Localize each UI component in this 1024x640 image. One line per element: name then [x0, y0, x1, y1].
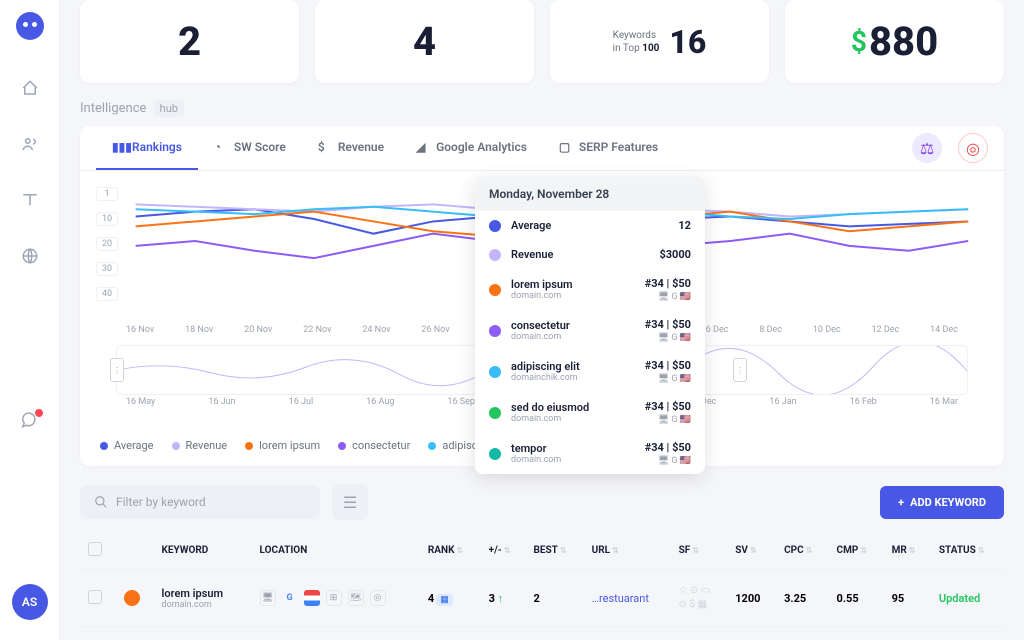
- balance-icon[interactable]: ⚖: [912, 133, 942, 163]
- y-axis: 110203040: [96, 187, 118, 301]
- globe-icon[interactable]: [20, 246, 40, 266]
- stat-value: 16: [669, 23, 706, 61]
- dollar-icon: $: [851, 25, 867, 58]
- tab-serp-features[interactable]: ▢SERP Features: [543, 126, 674, 170]
- filter-input[interactable]: Filter by keyword: [80, 485, 320, 519]
- gauge-icon: ◔: [214, 140, 228, 154]
- tabs: ▮▮▮Rankings ◔SW Score $Revenue ◢Google A…: [80, 126, 1004, 171]
- row-checkbox[interactable]: [88, 590, 102, 604]
- home-icon[interactable]: [20, 78, 40, 98]
- stat-label: Keywordsin Top 100: [613, 29, 660, 55]
- tab-sw-score[interactable]: ◔SW Score: [198, 126, 302, 170]
- sidebar: AS: [0, 0, 60, 640]
- stat-card-1: 2: [80, 0, 299, 83]
- notification-dot: [35, 409, 43, 417]
- stat-card-4: $880: [785, 0, 1004, 83]
- tab-google-analytics[interactable]: ◢Google Analytics: [400, 126, 543, 170]
- chart-area: 110203040 16 Nov18 Nov20 Nov22 Nov24 Nov…: [80, 171, 1004, 425]
- stat-value: 2: [178, 18, 201, 65]
- plus-icon: +: [898, 496, 904, 509]
- app-logo: [16, 12, 44, 40]
- add-keyword-button[interactable]: +ADD KEYWORD: [880, 486, 1004, 519]
- intelligence-panel: ▮▮▮Rankings ◔SW Score $Revenue ◢Google A…: [80, 126, 1004, 466]
- stat-card-2: 4: [315, 0, 534, 83]
- chart-tooltip: Monday, November 28 Average12Revenue$300…: [475, 177, 705, 474]
- tab-rankings[interactable]: ▮▮▮Rankings: [96, 126, 198, 170]
- bars-icon: ▮▮▮: [112, 140, 126, 154]
- bookmark-icon: ▢: [559, 140, 573, 154]
- stat-value: 4: [413, 18, 436, 65]
- search-icon: [94, 495, 108, 509]
- chat-icon[interactable]: [19, 411, 41, 433]
- main-content: 2 4 Keywordsin Top 100 16 $880 Intellige…: [60, 0, 1024, 640]
- dollar-icon: $: [318, 140, 332, 154]
- section-title: Intelligence hub: [80, 101, 1004, 116]
- analytics-icon: ◢: [416, 140, 430, 154]
- filter-placeholder: Filter by keyword: [116, 495, 206, 509]
- user-avatar[interactable]: AS: [12, 584, 48, 620]
- keywords-table: KEYWORDLOCATIONRANK⇅+/-⇅BEST⇅URL⇅SF⇅SV⇅C…: [80, 532, 1004, 640]
- stats-row: 2 4 Keywordsin Top 100 16 $880: [80, 0, 1004, 83]
- table-row[interactable]: lorem ipsumdomain.com🖥G⊞🗺◎4▦3 ↑2…restuar…: [80, 570, 1004, 627]
- location-icon[interactable]: ◎: [958, 133, 988, 163]
- stat-card-3: Keywordsin Top 100 16: [550, 0, 769, 83]
- book-icon[interactable]: [20, 190, 40, 210]
- stat-value: 880: [869, 18, 938, 65]
- users-icon[interactable]: [20, 134, 40, 154]
- table-row[interactable]: dolor sitdomainchik.com🖥G⊞🗺◎6-2…restuara…: [80, 627, 1004, 640]
- list-view-button[interactable]: ☰: [332, 484, 368, 520]
- tooltip-date: Monday, November 28: [475, 177, 705, 211]
- tab-revenue[interactable]: $Revenue: [302, 126, 400, 170]
- table-toolbar: Filter by keyword ☰ +ADD KEYWORD: [80, 484, 1004, 520]
- range-handle-left[interactable]: ⋮: [110, 358, 124, 382]
- range-handle-right[interactable]: ⋮: [733, 358, 747, 382]
